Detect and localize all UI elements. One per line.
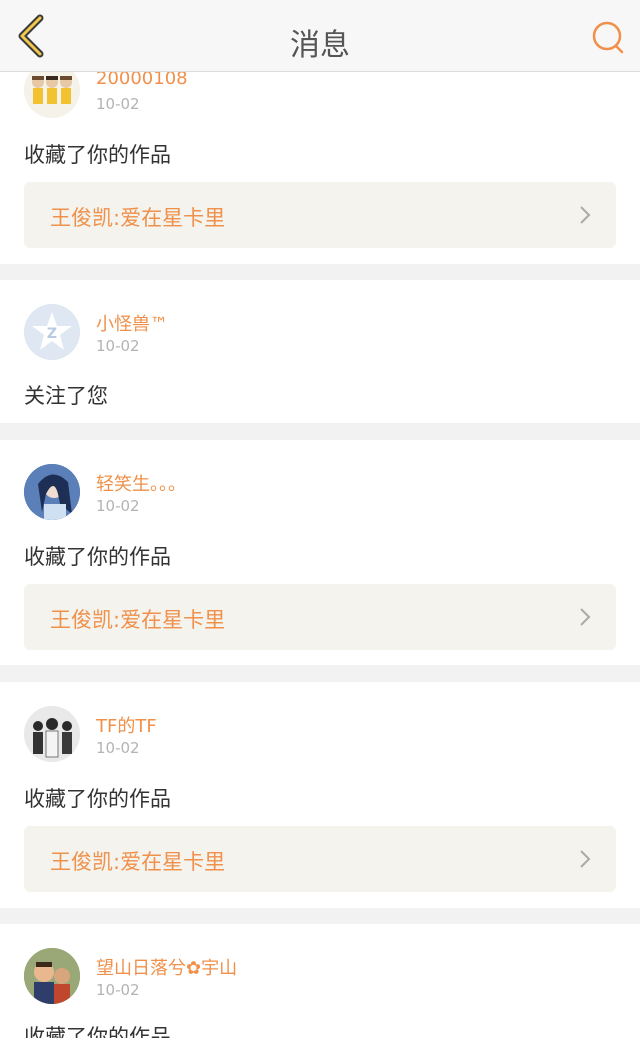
anime-girl-avatar-image [24, 464, 80, 520]
work-title: 王俊凯:爱在星卡里 [50, 206, 226, 230]
work-link[interactable]: 王俊凯:爱在星卡里 [24, 584, 616, 650]
notification-card[interactable]: 望山日落兮✿宇山 10-02 收藏了你的作品 [0, 924, 640, 1038]
user-avatar[interactable] [24, 948, 80, 1004]
work-link[interactable]: 王俊凯:爱在星卡里 [24, 182, 616, 248]
action-text: 关注了您 [24, 384, 108, 408]
svg-text:Z: Z [47, 326, 57, 342]
chevron-right-icon [580, 850, 591, 868]
cartoon-people-avatar-image [24, 948, 80, 1004]
user-avatar[interactable] [24, 706, 80, 762]
page-title: 消息 [290, 28, 350, 63]
timestamp: 10-02 [96, 739, 140, 757]
user-name[interactable]: 轻笑生。。。 [96, 470, 186, 496]
timestamp: 10-02 [96, 497, 140, 515]
default-star-avatar-image: Z [24, 304, 80, 360]
timestamp: 10-02 [96, 337, 140, 355]
user-name[interactable]: 望山日落兮✿宇山 [96, 954, 237, 980]
group-photo-avatar-image [24, 706, 80, 762]
work-title: 王俊凯:爱在星卡里 [50, 608, 226, 632]
action-text: 收藏了你的作品 [24, 1025, 171, 1038]
search-icon[interactable] [588, 18, 628, 58]
work-link[interactable]: 王俊凯:爱在星卡里 [24, 826, 616, 892]
user-name[interactable]: TF的TF [96, 712, 157, 738]
timestamp: 10-02 [96, 981, 140, 999]
user-name[interactable]: 小怪兽™ [96, 310, 168, 336]
work-title: 王俊凯:爱在星卡里 [50, 850, 226, 874]
timestamp: 10-02 [96, 95, 140, 113]
user-avatar[interactable]: Z [24, 304, 80, 360]
action-text: 收藏了你的作品 [24, 545, 171, 569]
chevron-right-icon [580, 206, 591, 224]
top-navigation-bar: 消息 [0, 0, 640, 72]
notification-card[interactable]: Z 小怪兽™ 10-02 关注了您 [0, 280, 640, 423]
notification-card[interactable]: TF的TF 10-02 收藏了你的作品 王俊凯:爱在星卡里 [0, 682, 640, 908]
notification-feed[interactable]: 20000108 10-02 收藏了你的作品 王俊凯:爱在星卡里 Z 小怪兽™ … [0, 0, 640, 1038]
notification-card[interactable]: 轻笑生。。。 10-02 收藏了你的作品 王俊凯:爱在星卡里 [0, 440, 640, 665]
chevron-right-icon [580, 608, 591, 626]
action-text: 收藏了你的作品 [24, 143, 171, 167]
user-avatar[interactable] [24, 464, 80, 520]
action-text: 收藏了你的作品 [24, 787, 171, 811]
